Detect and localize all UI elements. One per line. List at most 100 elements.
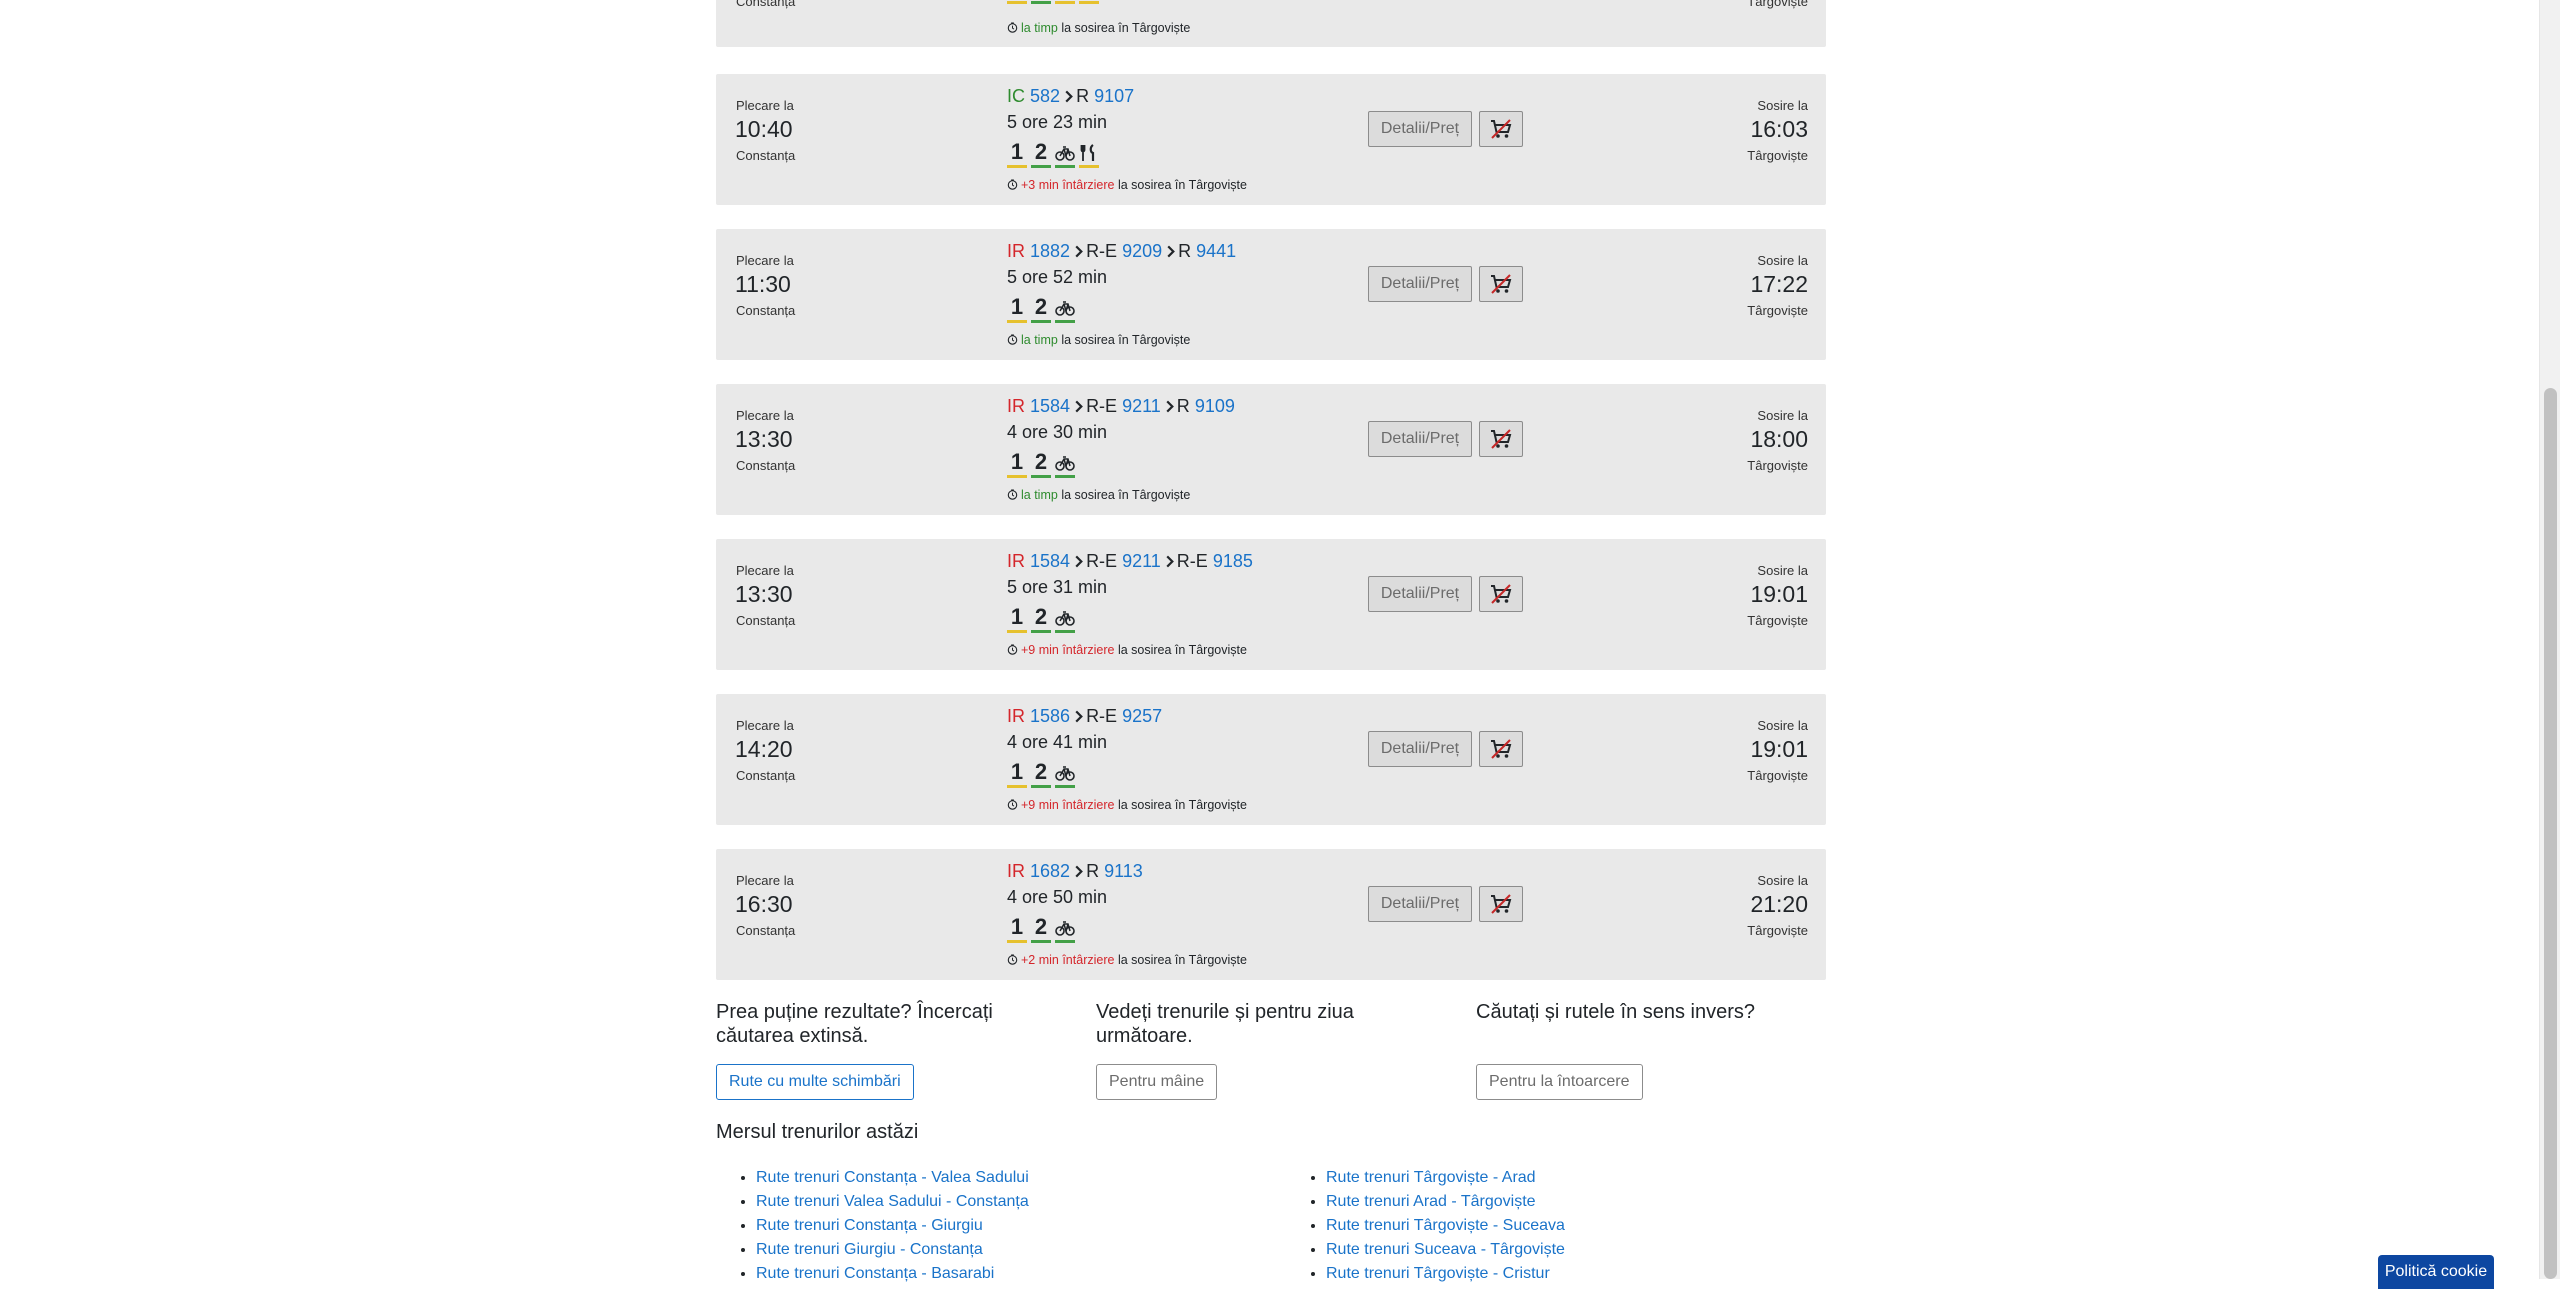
details-price-button[interactable]: Detalii/Preț bbox=[1368, 111, 1472, 147]
route-link[interactable]: Rute trenuri Arad - Târgoviște bbox=[1326, 1193, 1536, 1210]
train-category: IR bbox=[1007, 706, 1025, 726]
route-link[interactable]: Rute trenuri Târgoviște - Arad bbox=[1326, 1169, 1536, 1186]
arrival-station: Târgoviște bbox=[1747, 458, 1808, 473]
chevron-right-icon bbox=[1075, 245, 1083, 258]
buy-ticket-button[interactable] bbox=[1479, 421, 1523, 457]
class-1-icon: 1 bbox=[1007, 760, 1027, 788]
train-link[interactable]: IR 1584 bbox=[1007, 396, 1070, 416]
train-link[interactable]: R 9109 bbox=[1177, 396, 1235, 416]
buy-ticket-button[interactable] bbox=[1479, 886, 1523, 922]
train-number: 9257 bbox=[1122, 706, 1163, 726]
arrival-station: Târgoviște bbox=[1747, 148, 1808, 163]
delay-status: la timp la sosirea în Târgoviște bbox=[1007, 21, 1190, 35]
train-category: R-E bbox=[1176, 551, 1208, 571]
arrival-station: Târgoviște bbox=[1747, 768, 1808, 783]
train-category: IR bbox=[1007, 396, 1025, 416]
clock-icon bbox=[1007, 334, 1018, 345]
train-link[interactable]: IR 1586 bbox=[1007, 706, 1070, 726]
chevron-right-icon bbox=[1075, 400, 1083, 413]
buy-ticket-button[interactable] bbox=[1479, 731, 1523, 767]
trip-duration: 5 ore 31 min bbox=[1007, 577, 1108, 597]
route-link[interactable]: Rute trenuri Suceava - Târgoviște bbox=[1326, 1241, 1565, 1258]
arrival-time: 18:00 bbox=[1750, 426, 1808, 452]
list-item: Rute trenuri Giurgiu - Constanța bbox=[756, 1238, 1029, 1262]
train-link[interactable]: IR 1882 bbox=[1007, 241, 1070, 261]
result-card-partial: Constanța 1 2 la timp la sosirea în Târg… bbox=[716, 0, 1826, 47]
status-value: la timp bbox=[1021, 21, 1058, 35]
extended-search-button[interactable]: Rute cu multe schimbări bbox=[716, 1064, 914, 1100]
cart-disabled-icon bbox=[1491, 584, 1512, 604]
train-chain: IR 1882 R-E 9209 R 9441 bbox=[1007, 241, 1236, 262]
list-item: Rute trenuri Constanța - Giurgiu bbox=[756, 1214, 1029, 1238]
tomorrow-button[interactable]: Pentru mâine bbox=[1096, 1064, 1218, 1100]
list-item: Rute trenuri Suceava - Târgoviște bbox=[1326, 1238, 1565, 1262]
class-1-icon: 1 bbox=[1007, 605, 1027, 633]
train-link[interactable]: R-E 9257 bbox=[1086, 706, 1162, 726]
train-category: R-E bbox=[1086, 241, 1118, 261]
departure-time: 16:30 bbox=[735, 891, 793, 917]
status-suffix: la sosirea în Târgoviște bbox=[1117, 798, 1247, 812]
details-price-button[interactable]: Detalii/Preț bbox=[1368, 576, 1472, 612]
list-item: Rute trenuri Constanța - Valea Sadului bbox=[756, 1166, 1029, 1190]
result-card: Plecare la 13:30 Constanța IR 1584 R-E 9211 R… bbox=[716, 539, 1826, 670]
route-link[interactable]: Rute trenuri Târgoviște - Cristur bbox=[1326, 1265, 1550, 1282]
departure-time: 11:30 bbox=[735, 271, 791, 297]
result-card: Plecare la 13:30 Constanța IR 1584 R-E 9211 R… bbox=[716, 384, 1826, 515]
departure-station: Constanța bbox=[736, 923, 796, 938]
train-link[interactable]: R-E 9209 bbox=[1086, 241, 1162, 261]
route-link[interactable]: Rute trenuri Constanța - Basarabi bbox=[756, 1265, 994, 1282]
train-number: 9113 bbox=[1104, 861, 1143, 881]
train-link[interactable]: R-E 9185 bbox=[1177, 551, 1253, 571]
train-link[interactable]: IR 1584 bbox=[1007, 551, 1070, 571]
buy-ticket-button[interactable] bbox=[1479, 111, 1523, 147]
cookie-policy-button[interactable]: Politică cookie bbox=[2378, 1255, 2494, 1289]
clock-icon bbox=[1007, 179, 1018, 190]
train-link[interactable]: R-E 9211 bbox=[1086, 396, 1161, 416]
class-2-icon: 2 bbox=[1031, 140, 1051, 168]
arrival-time: 19:01 bbox=[1750, 581, 1808, 607]
route-link[interactable]: Rute trenuri Giurgiu - Constanța bbox=[756, 1241, 983, 1258]
train-link[interactable]: R 9107 bbox=[1076, 86, 1134, 106]
train-chain: IR 1584 R-E 9211 R-E 9185 bbox=[1007, 551, 1253, 572]
return-button[interactable]: Pentru la întoarcere bbox=[1476, 1064, 1643, 1100]
train-link[interactable]: R-E 9211 bbox=[1086, 551, 1161, 571]
train-number: 9185 bbox=[1212, 551, 1253, 571]
arrival-time: 17:22 bbox=[1750, 271, 1808, 297]
train-link[interactable]: R 9441 bbox=[1178, 241, 1236, 261]
departure-station: Constanța bbox=[736, 148, 796, 163]
arrival-station: Târgoviște bbox=[1747, 0, 1808, 9]
arrival-label: Sosire la bbox=[1757, 98, 1808, 113]
details-price-button[interactable]: Detalii/Preț bbox=[1368, 886, 1472, 922]
arrival-station: Târgoviște bbox=[1747, 613, 1808, 628]
train-category: R-E bbox=[1086, 396, 1118, 416]
route-link[interactable]: Rute trenuri Târgoviște - Suceava bbox=[1326, 1217, 1565, 1234]
train-link[interactable]: R 9113 bbox=[1086, 861, 1143, 881]
status-value: +9 min întârziere bbox=[1021, 643, 1115, 657]
arrival-label: Sosire la bbox=[1757, 563, 1808, 578]
delay-status: la timp la sosirea în Târgoviște bbox=[1007, 333, 1190, 347]
list-item: Rute trenuri Târgoviște - Cristur bbox=[1326, 1262, 1565, 1286]
train-category: R-E bbox=[1086, 706, 1118, 726]
train-link[interactable]: IR 1682 bbox=[1007, 861, 1070, 881]
arrival-station: Târgoviște bbox=[1747, 303, 1808, 318]
train-chain: IR 1586 R-E 9257 bbox=[1007, 706, 1162, 727]
status-value: +2 min întârziere bbox=[1021, 953, 1115, 967]
details-price-button[interactable]: Detalii/Preț bbox=[1368, 266, 1472, 302]
scrollbar-track[interactable] bbox=[2539, 0, 2560, 1279]
buy-ticket-button[interactable] bbox=[1479, 266, 1523, 302]
class-2-icon: 2 bbox=[1031, 915, 1051, 943]
buy-ticket-button[interactable] bbox=[1479, 576, 1523, 612]
train-category: R bbox=[1176, 396, 1190, 416]
chevron-right-icon bbox=[1075, 865, 1083, 878]
list-item: Rute trenuri Arad - Târgoviște bbox=[1326, 1190, 1565, 1214]
route-link[interactable]: Rute trenuri Valea Sadului - Constanța bbox=[756, 1193, 1029, 1210]
train-link[interactable]: IC 582 bbox=[1007, 86, 1060, 106]
details-price-button[interactable]: Detalii/Preț bbox=[1368, 731, 1472, 767]
scrollbar-thumb[interactable] bbox=[2544, 388, 2557, 1279]
suggestion-extended: Prea puține rezultate? Încercați căutare… bbox=[716, 1000, 1016, 1100]
route-link[interactable]: Rute trenuri Constanța - Valea Sadului bbox=[756, 1169, 1029, 1186]
route-link[interactable]: Rute trenuri Constanța - Giurgiu bbox=[756, 1217, 983, 1234]
status-suffix: la sosirea în Târgoviște bbox=[1061, 333, 1191, 347]
details-price-button[interactable]: Detalii/Preț bbox=[1368, 421, 1472, 457]
clock-icon bbox=[1007, 644, 1018, 655]
